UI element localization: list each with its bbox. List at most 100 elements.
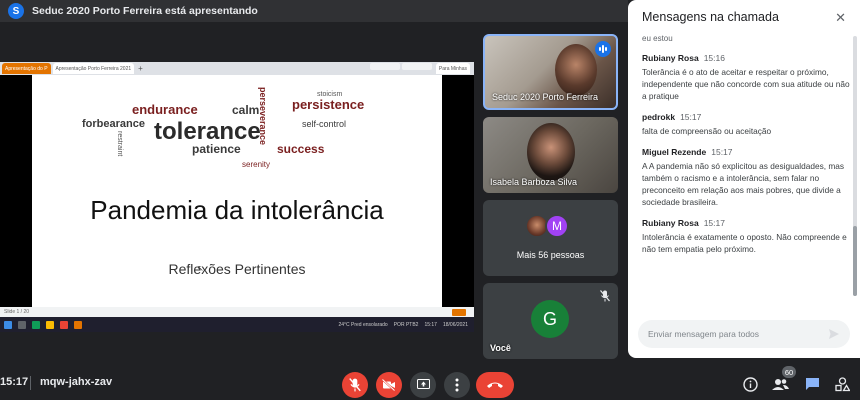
wordcloud-word: stoicism (317, 91, 342, 98)
meeting-code: mqw-jahx-zav (40, 376, 113, 388)
chat-message: Rubiany Rosa 15:17 Intolerância é exatame… (642, 218, 852, 255)
taskbar-status-area: 24°C Pred ensolarado POR PTB2 15:17 18/0… (338, 322, 474, 328)
close-icon[interactable]: ✕ (835, 10, 846, 26)
people-icon (771, 378, 789, 390)
weather-text: 24°C Pred ensolarado (338, 321, 388, 328)
wordcloud-word: serenity (242, 160, 270, 169)
mouse-cursor-icon: ↖ (197, 264, 204, 273)
taskbar-date: 18/06/2021 (442, 321, 468, 328)
participant-name: Isabela Barboza Silva (490, 177, 578, 187)
participant-tile[interactable]: Isabela Barboza Silva (483, 117, 618, 193)
activities-button[interactable] (832, 374, 852, 394)
shared-browser-tab: Apresentação Porto Ferreira 2021 (52, 63, 135, 74)
slide-title: Pandemia da intolerância (90, 195, 384, 225)
chat-messages[interactable]: eu estou Rubiany Rosa 15:16 Tolerância é … (642, 34, 852, 304)
participant-name: Você (490, 343, 511, 353)
wordcloud-word: perseverance (258, 87, 268, 145)
more-participants-label: Mais 56 pessoas (516, 250, 585, 260)
presentation-slide: endurance calm persistence forbearance t… (32, 75, 442, 307)
chat-message: pedrokk 15:17 falta de compreensão ou ace… (642, 112, 852, 137)
more-vert-icon (455, 378, 459, 392)
wordcloud-word: forbearance (82, 118, 145, 130)
wordcloud-word: self-control (302, 119, 346, 129)
extension-slot (369, 63, 400, 70)
chat-message: Miguel Rezende 15:17 A A pandemia não só … (642, 147, 852, 208)
shared-browser-tab: Para Minhas (435, 63, 470, 74)
wordcloud-word: endurance (132, 102, 198, 117)
mic-off-icon (600, 290, 610, 302)
meeting-details-button[interactable] (740, 374, 760, 394)
present-screen-button[interactable] (410, 372, 436, 398)
chat-scrollbar[interactable] (853, 36, 857, 296)
chrome-icon (60, 320, 68, 329)
language-text: POR PTB2 (393, 321, 419, 328)
wordcloud-word: success (277, 142, 325, 156)
message-text: Intolerância é exatamente o oposto. Não … (642, 232, 847, 255)
shared-browser-extensions: Para Minhas (369, 63, 474, 74)
powerpoint-icon (74, 320, 82, 329)
message-time: 15:17 (680, 112, 702, 123)
presenter-avatar: S (8, 3, 24, 19)
activities-icon (834, 376, 850, 391)
divider (30, 376, 31, 390)
message-text: falta de compreensão ou aceitação (642, 126, 772, 137)
message-time: 15:16 (703, 53, 725, 63)
windows-start-icon (4, 320, 12, 329)
self-tile[interactable]: G Você (483, 283, 618, 359)
shared-taskbar: 24°C Pred ensolarado POR PTB2 15:17 18/0… (0, 317, 474, 332)
others-avatars: M (525, 214, 569, 238)
shared-browser-tabbar: Apresentação do P Apresentação Porto Fer… (0, 62, 474, 75)
participant-name: Seduc 2020 Porto Ferreira (492, 92, 599, 102)
shared-browser-tab: Apresentação do P (2, 63, 51, 74)
participant-avatar-letter: M (545, 214, 569, 238)
more-participants-tile[interactable]: M Mais 56 pessoas (483, 200, 618, 276)
message-sender: Rubiany Rosa (642, 53, 699, 63)
wordcloud-word: patience (192, 142, 241, 156)
presenting-text: Seduc 2020 Porto Ferreira está apresenta… (32, 5, 258, 17)
participant-tile-presenter[interactable]: Seduc 2020 Porto Ferreira (483, 34, 618, 110)
slide-status-bar: Slide 1 / 20 (0, 307, 474, 317)
taskbar-time: 15:17 (424, 321, 437, 328)
participants-count-badge: 60 (782, 366, 796, 378)
camera-toggle-button[interactable] (376, 372, 402, 398)
extension-slot (401, 63, 432, 70)
chat-message-fragment: eu estou (642, 34, 673, 43)
participant-video (555, 44, 597, 96)
chat-title: Mensagens na chamada (642, 10, 779, 24)
self-avatar: G (531, 300, 569, 338)
speaking-indicator-icon (595, 41, 611, 57)
scrollbar-thumb[interactable] (853, 226, 857, 296)
chat-message-input[interactable] (648, 329, 828, 339)
chat-panel: Mensagens na chamada ✕ eu estou Rubiany … (628, 0, 860, 358)
chat-icon (805, 378, 819, 390)
folder-icon (46, 320, 54, 329)
new-tab-icon: + (138, 64, 143, 73)
chat-message: Rubiany Rosa 15:16 Tolerância é o ato de … (642, 53, 852, 102)
message-text: Tolerância é o ato de aceitar e respeita… (642, 67, 850, 102)
microphone-toggle-button[interactable] (342, 372, 368, 398)
chat-button[interactable] (802, 374, 822, 394)
more-options-button[interactable] (444, 372, 470, 398)
message-time: 15:17 (703, 218, 725, 229)
wordcloud-word-main: tolerance (154, 118, 261, 145)
hang-up-icon (487, 382, 503, 388)
send-icon[interactable] (828, 328, 840, 340)
wordcloud-word: restraint (116, 131, 123, 156)
message-sender: Rubiany Rosa (642, 218, 699, 229)
presenting-banner: S Seduc 2020 Porto Ferreira está apresen… (0, 0, 628, 22)
present-screen-icon (416, 379, 430, 389)
wordcloud-word: calm (232, 103, 259, 117)
leave-call-button[interactable] (476, 372, 514, 398)
mic-off-icon (349, 378, 361, 392)
message-time: 15:17 (711, 147, 733, 158)
word-cloud-image: endurance calm persistence forbearance t… (82, 87, 364, 169)
slide-counter: Slide 1 / 20 (4, 309, 30, 315)
message-text: A A pandemia não só explicitou as desigu… (642, 161, 845, 208)
wordcloud-word: persistence (292, 97, 364, 112)
edge-icon (32, 320, 40, 329)
message-sender: Miguel Rezende (642, 147, 707, 158)
info-icon (742, 376, 758, 392)
presenter-control-icon (452, 308, 466, 316)
message-sender: pedrokk (642, 112, 676, 123)
search-icon (18, 320, 26, 329)
